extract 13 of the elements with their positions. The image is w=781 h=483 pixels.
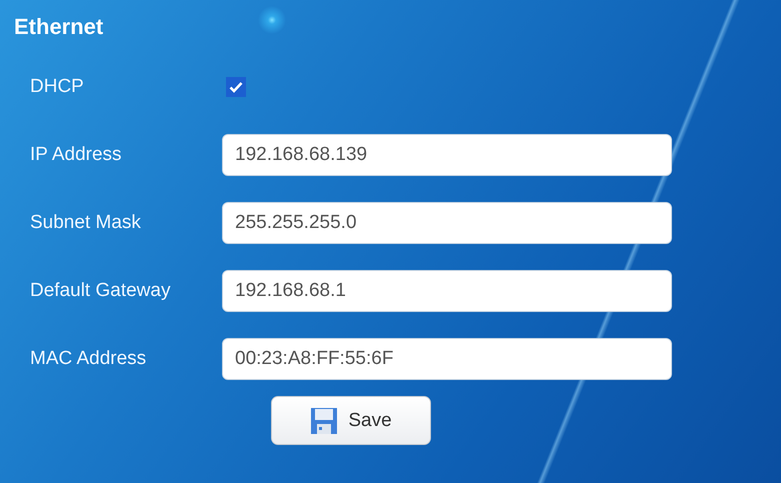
input-field[interactable]: 192.168.68.1	[222, 270, 672, 312]
field-label: IP Address	[30, 144, 123, 166]
input-field[interactable]: 255.255.255.0	[222, 202, 672, 244]
input-field[interactable]: 00:23:A8:FF:55:6F	[222, 338, 672, 380]
field-label: Default Gateway	[30, 280, 172, 302]
field-label: Subnet Mask	[30, 212, 142, 234]
save-button[interactable]: Save	[271, 396, 431, 445]
checkmark-icon	[229, 81, 243, 93]
dhcp-checkbox[interactable]	[226, 77, 246, 97]
field-label: MAC Address	[30, 348, 148, 370]
input-field[interactable]: 192.168.68.139	[222, 134, 672, 176]
dhcp-label: DHCP	[30, 76, 85, 98]
section-title: Ethernet	[14, 14, 104, 40]
